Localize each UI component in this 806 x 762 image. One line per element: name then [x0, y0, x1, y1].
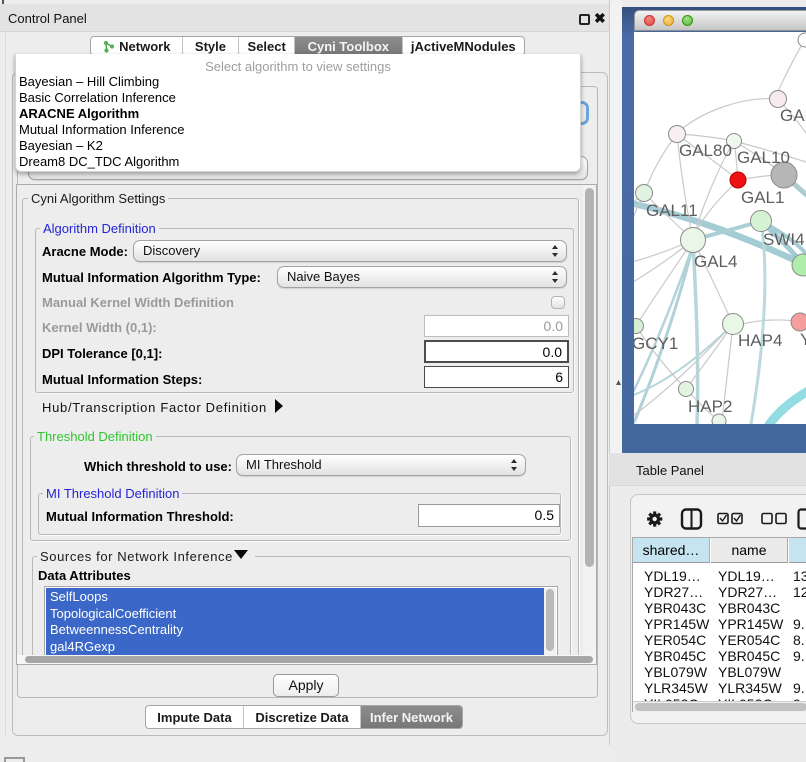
svg-text:GCY1: GCY1 [634, 334, 678, 353]
svg-text:SWI4: SWI4 [763, 230, 805, 249]
svg-text:GAL11: GAL11 [646, 201, 698, 220]
svg-text:GAL7: GAL7 [780, 106, 806, 125]
svg-text:GAL10: GAL10 [737, 148, 790, 167]
svg-text:GAL4: GAL4 [694, 252, 737, 271]
svg-text:HAP4: HAP4 [738, 331, 782, 350]
svg-text:GAL1: GAL1 [741, 188, 784, 207]
svg-text:GAL80: GAL80 [679, 141, 732, 160]
svg-text:HAP2: HAP2 [688, 397, 732, 416]
svg-text:Y: Y [800, 330, 806, 349]
